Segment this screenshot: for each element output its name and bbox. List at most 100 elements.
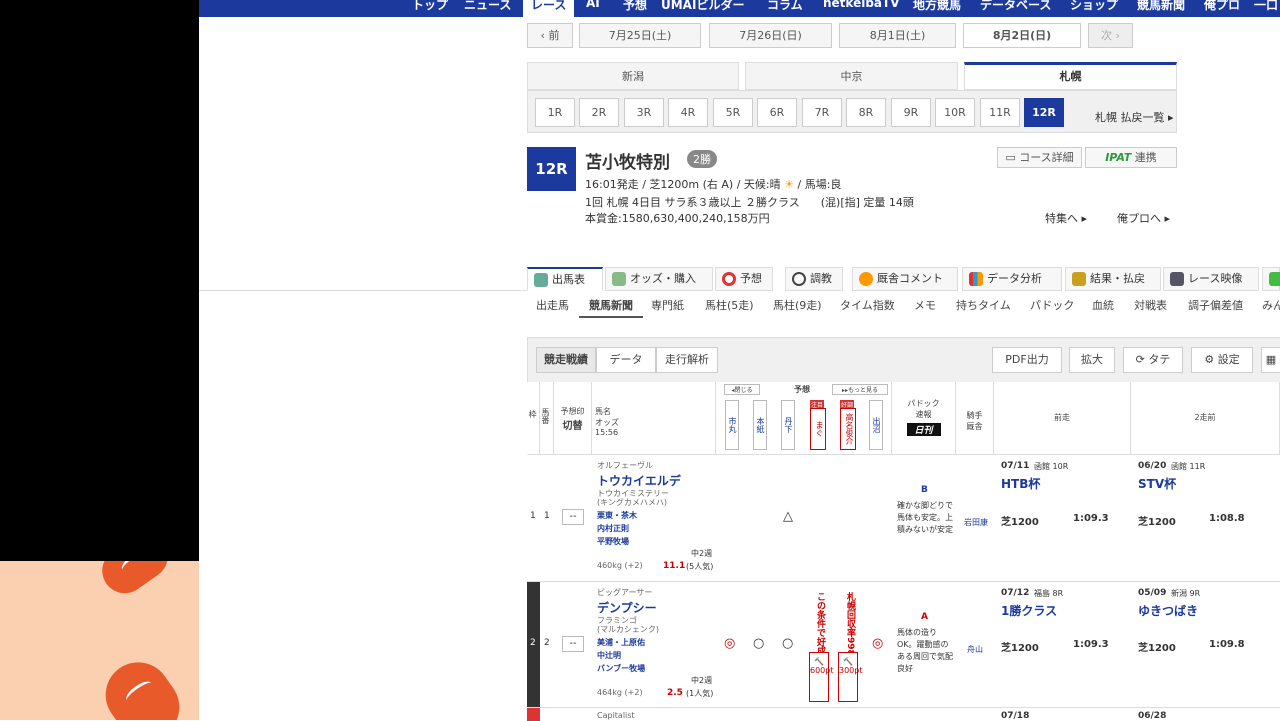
horse-name[interactable]: デンプシー xyxy=(597,599,657,616)
nav-item[interactable]: 一口 xyxy=(1254,0,1278,13)
subtab-selected[interactable]: 競馬新聞 xyxy=(579,297,643,318)
nav-item-race[interactable]: レース xyxy=(523,0,575,17)
point-badge[interactable]: 🔨 300pt xyxy=(838,652,862,702)
mark-select[interactable]: -- xyxy=(562,636,584,652)
tab-prediction[interactable]: 予想 xyxy=(715,267,773,291)
nav-item[interactable]: トップ xyxy=(412,0,448,13)
race-button[interactable]: 8R xyxy=(846,98,886,127)
breeder-name[interactable]: バンブー牧場 xyxy=(597,663,645,674)
horse-name[interactable]: トウカイエルデ xyxy=(597,472,681,489)
venue-tab[interactable]: 中京 xyxy=(745,62,958,90)
subtab[interactable]: 対戦表 xyxy=(1134,297,1167,313)
tab-stable-comment[interactable]: 厩舎コメント xyxy=(852,267,958,291)
race1-name[interactable]: 1勝クラス xyxy=(1001,602,1057,619)
subtab[interactable]: パドック xyxy=(1030,297,1074,313)
race-button[interactable]: 3R xyxy=(624,98,664,127)
race-button[interactable]: 5R xyxy=(713,98,753,127)
feature-link[interactable]: 特集へ ▸ xyxy=(1045,210,1087,226)
subtab[interactable]: 血統 xyxy=(1092,297,1114,313)
course-detail-button[interactable]: ▭ コース詳細 xyxy=(997,147,1082,168)
subtab[interactable]: みん xyxy=(1262,297,1280,313)
subtab[interactable]: 馬柱(9走) xyxy=(773,297,822,313)
race-record-toggle[interactable]: 競走戦績 xyxy=(536,347,596,373)
predictor-label[interactable]: 高名俊介 xyxy=(840,408,856,450)
ipat-button[interactable]: IPAT 連携 xyxy=(1085,147,1177,168)
tab-training[interactable]: 調教 xyxy=(785,267,843,291)
breeder-name[interactable]: 平野牧場 xyxy=(597,536,629,547)
nav-item[interactable]: コラム xyxy=(767,0,803,13)
date-tab-selected[interactable]: 8月2日(日) xyxy=(963,23,1081,48)
zoom-button[interactable]: 拡大 xyxy=(1069,347,1115,373)
kiri-toggle[interactable]: 切替 xyxy=(554,417,591,432)
nav-item[interactable]: データベース xyxy=(980,0,1051,13)
subtab[interactable]: 出走馬 xyxy=(536,297,569,313)
point-badge[interactable]: 🔨 600pt xyxy=(809,652,833,702)
owner-name[interactable]: 内村正則 xyxy=(597,523,629,534)
race2-name[interactable]: ゆきつばき xyxy=(1138,602,1198,619)
payout-link[interactable]: 札幌 払戻一覧 ▸ xyxy=(1095,109,1174,125)
date-tab[interactable]: 7月25日(土) xyxy=(579,23,701,48)
date-tab[interactable]: 7月26日(日) xyxy=(709,23,832,48)
layout-button[interactable]: ▦ xyxy=(1261,347,1280,373)
collapse-button[interactable]: ◂閉じる xyxy=(724,384,760,395)
tab-odds[interactable]: オッズ・購入 xyxy=(605,267,713,291)
venue-tab[interactable]: 新潟 xyxy=(527,62,739,90)
race-button[interactable]: 4R xyxy=(668,98,708,127)
ore-pro-link[interactable]: 俺プロへ ▸ xyxy=(1117,210,1170,226)
subtab[interactable]: 専門紙 xyxy=(651,297,684,313)
nav-item[interactable]: netkeibaTV xyxy=(823,0,900,10)
bar-chart-icon xyxy=(969,272,983,286)
trainer-name[interactable]: 栗東・茶木 xyxy=(597,510,637,521)
subtab[interactable]: 調子偏差値 xyxy=(1188,297,1243,313)
horse-name[interactable]: Capitalist xyxy=(597,711,635,720)
predictor-label[interactable]: 本紙 xyxy=(753,400,767,450)
tab-more[interactable] xyxy=(1262,267,1280,291)
owner-name[interactable]: 中辻明 xyxy=(597,650,621,661)
pdf-button[interactable]: PDF出力 xyxy=(992,347,1062,373)
nav-item[interactable]: 地方競馬 xyxy=(913,0,961,13)
race-button[interactable]: 6R xyxy=(757,98,797,127)
sire-name: ビッグアーサー xyxy=(597,588,653,597)
expand-button[interactable]: ▸▸もっと見る xyxy=(832,384,888,395)
next-date-button[interactable]: 次 › xyxy=(1088,23,1133,48)
nav-item[interactable]: 競馬新聞 xyxy=(1137,0,1185,13)
predictor-label[interactable]: 市丸 xyxy=(725,400,739,450)
date-tab[interactable]: 8月1日(土) xyxy=(839,23,956,48)
analysis-toggle[interactable]: 走行解析 xyxy=(656,347,718,373)
race-button[interactable]: 7R xyxy=(802,98,842,127)
subtab[interactable]: 馬柱(5走) xyxy=(705,297,754,313)
data-toggle[interactable]: データ xyxy=(596,347,656,373)
race1-name[interactable]: HTB杯 xyxy=(1001,475,1040,492)
nav-item[interactable]: ニュース xyxy=(464,0,511,13)
tab-video[interactable]: レース映像 xyxy=(1163,267,1259,291)
nav-item[interactable]: UMAIビルダー xyxy=(661,0,744,13)
tab-data-analysis[interactable]: データ分析 xyxy=(962,267,1062,291)
settings-button[interactable]: ⚙ 設定 xyxy=(1191,347,1253,373)
subtab[interactable]: 持ちタイム xyxy=(956,297,1011,313)
venue-tab-selected[interactable]: 札幌 xyxy=(964,62,1177,90)
prev-date-button[interactable]: ‹ 前 xyxy=(527,23,573,48)
race2-name[interactable]: STV杯 xyxy=(1138,475,1176,492)
race-button[interactable]: 1R xyxy=(535,98,575,127)
race-button[interactable]: 2R xyxy=(579,98,619,127)
race-button[interactable]: 9R xyxy=(891,98,931,127)
race-button-selected[interactable]: 12R xyxy=(1024,98,1064,127)
tab-results[interactable]: 結果・払戻 xyxy=(1065,267,1161,291)
mark-select[interactable]: -- xyxy=(562,509,584,525)
nav-item[interactable]: AI xyxy=(586,0,600,10)
race-button[interactable]: 10R xyxy=(935,98,975,127)
nav-item[interactable]: ショップ xyxy=(1070,0,1118,13)
predictor-label[interactable]: 丹下 xyxy=(781,400,795,450)
predictor-label[interactable]: 出沼 xyxy=(869,400,883,450)
subtab[interactable]: タイム指数 xyxy=(840,297,895,313)
race-button[interactable]: 11R xyxy=(980,98,1020,127)
nav-item[interactable]: 俺プロ xyxy=(1204,0,1240,13)
jockey-name[interactable]: 岩田康 xyxy=(964,517,988,528)
trainer-name[interactable]: 美浦・上原佑 xyxy=(597,637,645,648)
nav-item[interactable]: 予想 xyxy=(623,0,647,13)
tab-shutsuba[interactable]: 出馬表 xyxy=(527,267,603,291)
jockey-name[interactable]: 舟山 xyxy=(967,644,983,655)
predictor-label[interactable]: まぐ xyxy=(810,408,826,450)
vertical-button[interactable]: ⟳ タテ xyxy=(1123,347,1183,373)
subtab[interactable]: メモ xyxy=(914,297,936,313)
